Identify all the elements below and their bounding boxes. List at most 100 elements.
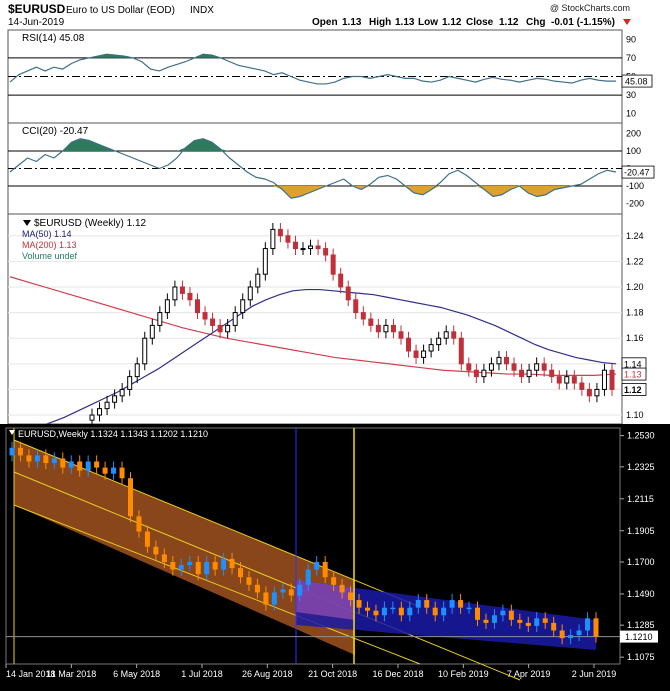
mt-candle-body <box>34 455 40 462</box>
mt-candle-body <box>43 455 49 464</box>
price-candle-body <box>127 376 133 390</box>
price-candle-body <box>210 318 216 326</box>
mt-candle-body <box>111 467 117 474</box>
price-candle-body <box>119 388 125 397</box>
price-candle-body <box>421 350 427 358</box>
price-candle-body <box>579 382 585 390</box>
price-candle-body <box>338 273 344 288</box>
mt-candle-body <box>483 619 489 623</box>
mt-candle-body <box>525 622 531 626</box>
rsi-tick-label: 30 <box>626 90 636 100</box>
chg-label: Chg <box>526 17 545 28</box>
mt-candle-body <box>238 568 244 578</box>
cci-tick-label: -100 <box>626 181 644 191</box>
price-candle-body <box>526 369 532 378</box>
mt-candle-body <box>398 607 404 616</box>
price-candle-body <box>481 369 487 378</box>
mt-date-label: 21 Oct 2018 <box>308 669 357 679</box>
mt-candle-body <box>568 635 574 639</box>
price-candle-body <box>195 299 201 314</box>
symbol-description: Euro to US Dollar (EOD) <box>66 5 175 16</box>
mt-candle-body <box>187 561 193 566</box>
low-value: 1.12 <box>442 17 462 28</box>
watermark: @ StockCharts.com <box>550 3 630 13</box>
mt-candle-body <box>585 618 591 631</box>
price-tick-label: 1.10 <box>626 410 644 420</box>
price-candle-body <box>292 241 298 250</box>
price-candle-body <box>601 369 607 390</box>
rsi-panel: RSI(14) 45.08 907050301045.08 <box>7 29 653 124</box>
mt-candle-body <box>246 577 252 585</box>
price-candle-body <box>353 299 359 314</box>
mt-candle-body <box>441 607 447 616</box>
mt-candle-body <box>102 467 108 474</box>
mt-candle-body <box>449 600 455 608</box>
legend-ma200: MA(200) 1.13 <box>22 240 77 250</box>
price-candle-body <box>519 369 525 378</box>
mt-candle-body <box>144 531 150 547</box>
high-label: High <box>369 17 391 28</box>
price-tick-label: 1.16 <box>626 333 644 343</box>
mt-candle-body <box>458 600 464 608</box>
mt-candle-body <box>432 607 438 616</box>
mt-tick-label: 1.1490 <box>627 589 655 599</box>
open-value: 1.13 <box>342 17 362 28</box>
mt-tick-label: 1.2325 <box>627 462 655 472</box>
price-candle-body <box>473 369 479 378</box>
price-candle-body <box>164 299 170 314</box>
mt-candle-body <box>305 569 311 585</box>
cci-tick-label: -200 <box>626 199 644 209</box>
price-candle-body <box>217 324 223 333</box>
price-candle-body <box>104 401 110 410</box>
price-candle-body <box>594 388 600 397</box>
price-frame <box>7 213 623 425</box>
rsi-tick-label: 90 <box>626 34 636 44</box>
mt-panel: EURUSD,Weekly 1.1324 1.1343 1.1202 1.121… <box>0 424 670 691</box>
mt-candle-body <box>390 607 396 610</box>
legend-volume: Volume undef <box>22 251 78 261</box>
symbol-title: $EURUSD <box>8 2 66 16</box>
mt-candle-body <box>322 561 328 578</box>
price-candle-body <box>262 248 268 275</box>
price-candle-body <box>368 318 374 326</box>
mt-candle-body <box>356 600 362 608</box>
high-value: 1.13 <box>395 17 415 28</box>
price-candle-body <box>300 248 306 251</box>
price-candle-body <box>390 324 396 333</box>
price-candle-body <box>383 324 389 333</box>
mt-candle-body <box>559 630 565 639</box>
price-candle-body <box>413 350 419 358</box>
price-tick-label: 1.22 <box>626 256 644 266</box>
mt-candle-body <box>517 619 523 623</box>
mt-candle-body <box>68 461 74 468</box>
price-candle-body <box>609 369 615 390</box>
cci-panel: CCI(20) -20.47 2001000-100-200-20.47 <box>7 122 655 215</box>
mt-candle-body <box>373 610 379 616</box>
mt-candle-body <box>221 558 227 570</box>
price-candle-body <box>375 324 381 333</box>
mt-candle-body <box>17 447 23 456</box>
price-tick-label: 1.20 <box>626 282 644 292</box>
mt-tick-label: 1.2115 <box>627 494 654 504</box>
mt-candle-body <box>576 630 582 636</box>
mt-date-label: 11 Mar 2018 <box>46 669 96 679</box>
mt-date-label: 16 Dec 2018 <box>372 669 423 679</box>
mt-candle-body <box>51 458 57 464</box>
price-candle-body <box>503 356 509 365</box>
mt-candle-body <box>77 461 83 471</box>
mt-tick-label: 1.1075 <box>627 652 655 662</box>
mt-candle-body <box>297 584 303 596</box>
price-candle-body <box>428 344 434 352</box>
price-tick-label: 1.18 <box>626 308 644 318</box>
low-label: Low <box>418 17 438 28</box>
mt-candle-body <box>424 600 430 608</box>
mt-candle-body <box>339 584 345 593</box>
close-tag-value: 1.12 <box>624 385 642 395</box>
price-candle-body <box>247 286 253 301</box>
price-candle-body <box>406 337 412 352</box>
price-candle-body <box>571 376 577 384</box>
price-candle-body <box>202 312 208 320</box>
price-label: $EURUSD (Weekly) 1.12 <box>34 218 147 229</box>
price-candle-body <box>436 337 442 346</box>
mt-candle-body <box>475 607 481 620</box>
